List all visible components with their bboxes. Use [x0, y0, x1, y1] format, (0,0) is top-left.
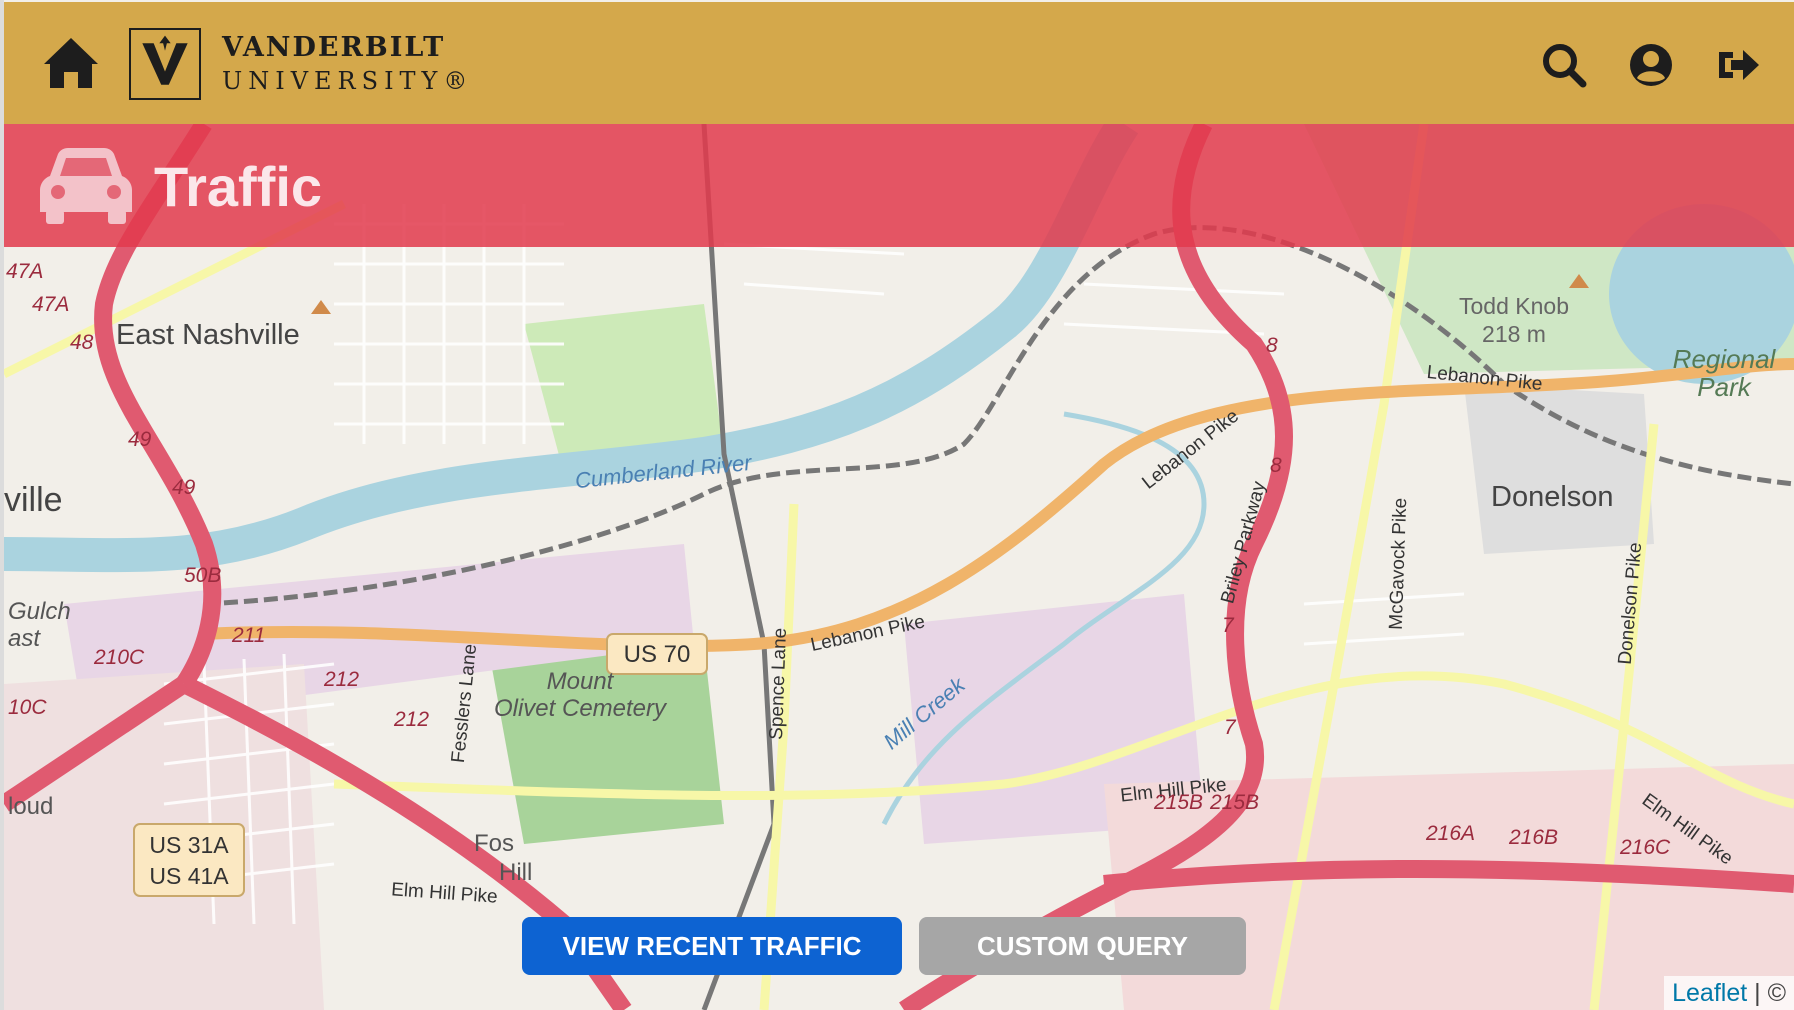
leaflet-link[interactable]: Leaflet: [1672, 979, 1747, 1007]
home-icon[interactable]: [42, 36, 100, 90]
app-frame: US 70 US 31A US 41A East Nashville Donel…: [0, 0, 1794, 1010]
view-recent-traffic-button[interactable]: VIEW RECENT TRAFFIC: [522, 917, 902, 975]
traffic-map[interactable]: US 70 US 31A US 41A East Nashville Donel…: [4, 124, 1794, 1010]
svg-text:US 41A: US 41A: [149, 863, 229, 889]
svg-text:7: 7: [1222, 614, 1235, 637]
logo-line2: UNIVERSITY®: [222, 67, 474, 95]
svg-text:8: 8: [1266, 334, 1278, 357]
svg-text:US 70: US 70: [624, 641, 691, 668]
custom-query-button[interactable]: CUSTOM QUERY: [919, 917, 1246, 975]
label-east-nashville: East Nashville: [116, 319, 300, 351]
vanderbilt-v-icon: [142, 35, 188, 85]
svg-text:212: 212: [323, 668, 359, 691]
svg-text:210C: 210C: [93, 646, 145, 669]
sign-out-icon[interactable]: [1715, 42, 1761, 88]
donelson-area: [1464, 384, 1654, 554]
label-todd-elev: 218 m: [1482, 321, 1546, 347]
svg-text:8: 8: [1270, 454, 1282, 477]
svg-text:216B: 216B: [1508, 826, 1558, 849]
label-loud: loud: [8, 793, 53, 820]
svg-text:US 31A: US 31A: [149, 832, 229, 858]
label-mount: Mount: [547, 668, 615, 695]
top-navbar: VANDERBILT UNIVERSITY®: [4, 2, 1794, 124]
label-donelson: Donelson: [1491, 481, 1614, 513]
vanderbilt-logo[interactable]: [129, 28, 201, 100]
svg-text:49: 49: [172, 476, 196, 499]
label-spence-lane: Spence Lane: [766, 627, 791, 740]
svg-text:212: 212: [393, 708, 429, 731]
page-title: Traffic: [154, 155, 323, 218]
svg-text:48: 48: [70, 331, 94, 354]
svg-text:215B: 215B: [1209, 791, 1259, 814]
window-edge: [0, 0, 4, 1010]
logo-line1: VANDERBILT: [222, 32, 446, 63]
svg-text:50B: 50B: [184, 564, 221, 587]
label-hill: Hill: [499, 859, 532, 886]
label-stones-river-park-3: Regional: [1673, 344, 1777, 374]
label-todd-knob: Todd Knob: [1459, 293, 1569, 319]
svg-text:216A: 216A: [1425, 822, 1475, 845]
label-ville: ville: [4, 481, 63, 519]
svg-text:10C: 10C: [8, 696, 47, 719]
svg-text:47A: 47A: [32, 293, 69, 316]
us70-shield: US 70: [606, 633, 708, 675]
user-circle-icon[interactable]: [1628, 42, 1674, 88]
traffic-banner: Traffic: [4, 124, 1794, 247]
map-attribution: Leaflet | ©: [1664, 976, 1794, 1010]
label-ast: ast: [8, 625, 41, 652]
label-fos: Fos: [474, 830, 514, 857]
svg-text:7: 7: [1224, 716, 1237, 739]
us31a-us41a-shield: US 31A US 41A: [133, 823, 245, 897]
map-canvas[interactable]: US 70 US 31A US 41A East Nashville Donel…: [4, 124, 1794, 1010]
label-olivet: Olivet Cemetery: [494, 695, 668, 722]
car-icon: [40, 148, 132, 224]
svg-text:216C: 216C: [1619, 836, 1671, 859]
svg-text:211: 211: [231, 624, 265, 647]
svg-text:215B: 215B: [1153, 791, 1203, 814]
label-stones-river-park-4: Park: [1697, 372, 1752, 402]
attribution-separator: | ©: [1747, 979, 1786, 1007]
search-icon[interactable]: [1541, 42, 1587, 88]
label-gulch: Gulch: [8, 598, 71, 625]
svg-text:49: 49: [128, 428, 152, 451]
svg-text:47A: 47A: [6, 260, 43, 283]
